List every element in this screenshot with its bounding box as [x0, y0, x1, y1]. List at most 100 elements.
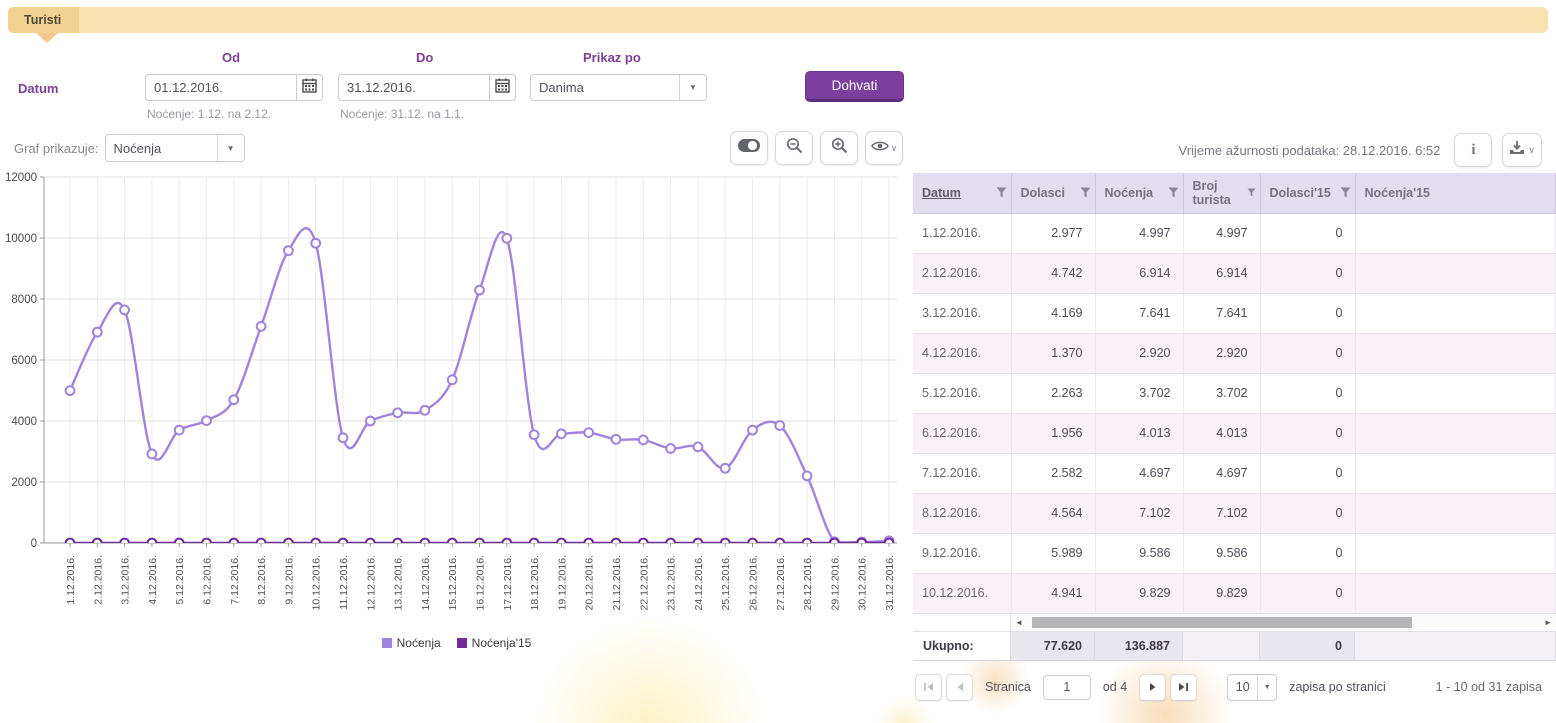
dohvati-button[interactable]: Dohvati — [805, 71, 904, 102]
graf-prikazuje-value: Noćenja — [106, 135, 218, 161]
legend-swatch-dark — [457, 638, 467, 648]
svg-text:10000: 10000 — [5, 233, 37, 245]
svg-text:4000: 4000 — [11, 416, 37, 428]
next-page-button[interactable] — [1139, 674, 1166, 701]
legend-label: Noćenja — [397, 636, 441, 650]
column-header[interactable]: Dolasci'15 — [1260, 173, 1355, 213]
graf-prikazuje-select[interactable]: Noćenja ▼ — [105, 134, 245, 162]
page-size-label: zapisa po stranici — [1289, 680, 1386, 694]
first-page-button[interactable] — [915, 674, 942, 701]
tab-turisti-label: Turisti — [24, 13, 61, 27]
page-count-label: od 4 — [1103, 680, 1127, 694]
svg-text:16.12.2016.: 16.12.2016. — [475, 555, 487, 610]
scroll-left-arrow[interactable]: ◄ — [1011, 618, 1027, 627]
tab-turisti[interactable]: Turisti — [8, 7, 79, 33]
eye-icon — [871, 139, 889, 157]
legend-item-nocenja15[interactable]: Noćenja'15 — [457, 636, 532, 650]
column-header[interactable]: Dolasci — [1011, 173, 1095, 213]
page-number-input[interactable] — [1043, 675, 1091, 700]
table-row[interactable]: 2.12.2016.4.7426.9146.9140 — [913, 253, 1556, 293]
last-page-button[interactable] — [1170, 674, 1197, 701]
svg-text:8000: 8000 — [11, 294, 37, 306]
svg-text:3.12.2016.: 3.12.2016. — [120, 555, 132, 605]
data-table: DatumDolasciNoćenjaBroj turistaDolasci'1… — [913, 173, 1556, 614]
svg-text:6.12.2016.: 6.12.2016. — [202, 555, 214, 605]
column-filter-icon[interactable] — [996, 187, 1007, 198]
column-filter-icon[interactable] — [1168, 187, 1179, 198]
svg-text:2.12.2016.: 2.12.2016. — [92, 555, 104, 605]
table-row[interactable]: 4.12.2016.1.3702.9202.9200 — [913, 333, 1556, 373]
svg-text:12.12.2016.: 12.12.2016. — [365, 555, 377, 610]
svg-text:22.12.2016.: 22.12.2016. — [638, 555, 650, 610]
previous-page-button[interactable] — [946, 674, 973, 701]
calendar-icon — [302, 78, 317, 98]
records-range-label: 1 - 10 od 31 zapisa — [1436, 680, 1542, 694]
previous-page-icon — [956, 682, 964, 692]
table-row[interactable]: 6.12.2016.1.9564.0134.0130 — [913, 413, 1556, 453]
zoom-in-button[interactable] — [820, 131, 858, 165]
info-icon: i — [1471, 142, 1475, 159]
page-size-value: 10 — [1228, 675, 1258, 700]
svg-text:21.12.2016.: 21.12.2016. — [611, 555, 623, 610]
svg-text:10.12.2016.: 10.12.2016. — [311, 555, 323, 610]
date-to-input[interactable]: 31.12.2016. — [338, 74, 489, 101]
svg-text:31.12.2016.: 31.12.2016. — [884, 555, 896, 610]
tab-bar: Turisti — [8, 7, 1548, 33]
export-button[interactable]: ∨ — [1502, 133, 1542, 167]
table-row[interactable]: 7.12.2016.2.5824.6974.6970 — [913, 453, 1556, 493]
column-header[interactable]: Noćenja — [1095, 173, 1183, 213]
svg-text:5.12.2016.: 5.12.2016. — [174, 555, 186, 605]
line-chart: 0200040006000800010000120001.12.2016.2.1… — [0, 169, 905, 629]
first-page-icon — [923, 682, 934, 692]
next-page-icon — [1149, 682, 1157, 692]
column-filter-icon[interactable] — [1340, 187, 1351, 198]
table-row[interactable]: 10.12.2016.4.9419.8299.8290 — [913, 573, 1556, 613]
svg-text:2000: 2000 — [11, 477, 37, 489]
table-row[interactable]: 5.12.2016.2.2633.7023.7020 — [913, 373, 1556, 413]
column-header[interactable]: Noćenja'15 — [1355, 173, 1556, 213]
page-size-select[interactable]: 10 ▼ — [1227, 674, 1277, 701]
table-row[interactable]: 9.12.2016.5.9899.5869.5860 — [913, 533, 1556, 573]
totals-nocenja: 136.887 — [1095, 632, 1183, 660]
totals-label: Ukupno: — [913, 632, 1011, 660]
svg-text:13.12.2016.: 13.12.2016. — [393, 555, 405, 610]
dropdown-arrow-icon: ▼ — [1258, 675, 1276, 700]
visibility-menu-button[interactable]: ∨ — [865, 131, 903, 165]
table-body: 1.12.2016.2.9774.9974.99702.12.2016.4.74… — [913, 213, 1556, 613]
svg-text:23.12.2016.: 23.12.2016. — [666, 555, 678, 610]
toggle-icon — [738, 139, 760, 157]
zoom-out-button[interactable] — [775, 131, 813, 165]
svg-text:9.12.2016.: 9.12.2016. — [283, 555, 295, 605]
od-label: Od — [222, 50, 240, 65]
horizontal-scrollbar[interactable]: ◄ ► — [913, 614, 1556, 632]
svg-text:6000: 6000 — [11, 355, 37, 367]
zoom-out-icon — [786, 137, 803, 159]
chart-legend: Noćenja Noćenja'15 — [0, 636, 913, 650]
last-page-icon — [1178, 682, 1189, 692]
date-from-calendar-button[interactable] — [296, 74, 323, 101]
totals-row: Ukupno: 77.620 136.887 0 — [913, 632, 1556, 661]
prikaz-po-select[interactable]: Danima ▼ — [530, 74, 707, 101]
scrollbar-thumb[interactable] — [1032, 617, 1412, 628]
svg-text:14.12.2016.: 14.12.2016. — [420, 555, 432, 610]
table-row[interactable]: 1.12.2016.2.9774.9974.9970 — [913, 213, 1556, 253]
chevron-down-icon: ∨ — [1528, 145, 1535, 156]
scroll-right-arrow[interactable]: ► — [1540, 618, 1556, 627]
column-filter-icon[interactable] — [1247, 187, 1256, 198]
column-header[interactable]: Datum — [913, 173, 1011, 213]
toggle-series-button[interactable] — [730, 131, 768, 165]
legend-label: Noćenja'15 — [472, 636, 532, 650]
column-header[interactable]: Broj turista — [1183, 173, 1260, 213]
column-filter-icon[interactable] — [1080, 187, 1091, 198]
table-row[interactable]: 8.12.2016.4.5647.1027.1020 — [913, 493, 1556, 533]
legend-item-nocenja[interactable]: Noćenja — [382, 636, 441, 650]
svg-text:27.12.2016.: 27.12.2016. — [775, 555, 787, 610]
svg-text:4.12.2016.: 4.12.2016. — [147, 555, 159, 605]
active-tab-pointer — [36, 33, 58, 43]
filter-bar: Datum Od Do Prikaz po 01.12.2016. 31.12.… — [0, 45, 1556, 127]
info-button[interactable]: i — [1454, 133, 1492, 167]
table-row[interactable]: 3.12.2016.4.1697.6417.6410 — [913, 293, 1556, 333]
date-to-calendar-button[interactable] — [489, 74, 516, 101]
date-from-input[interactable]: 01.12.2016. — [145, 74, 296, 101]
svg-text:30.12.2016.: 30.12.2016. — [857, 555, 869, 610]
